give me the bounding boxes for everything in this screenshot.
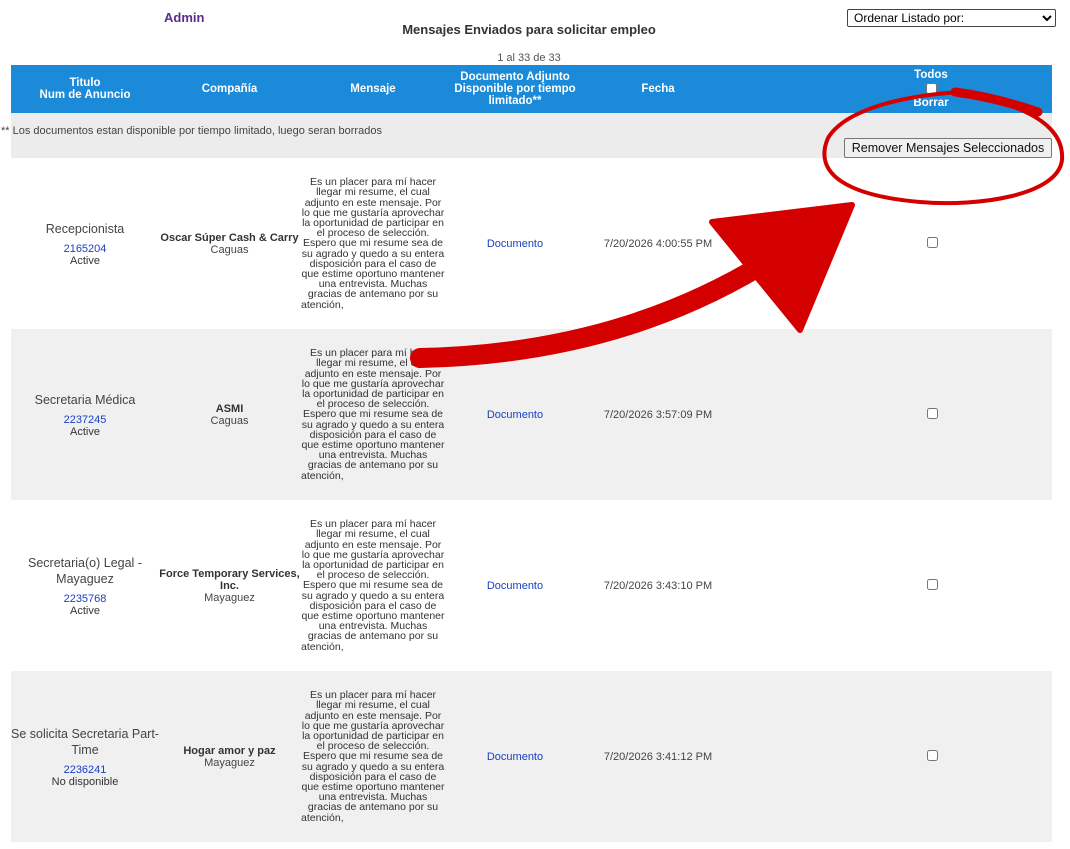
- delete-cell: [732, 671, 1052, 842]
- company-city: Mayaguez: [204, 756, 255, 769]
- table-header-row: Titulo Num de Anuncio Compañía Mensaje D…: [11, 65, 1052, 113]
- job-title: Recepcionista: [45, 221, 125, 236]
- column-header-title: Titulo Num de Anuncio: [11, 65, 159, 113]
- document-link[interactable]: Documento: [487, 751, 543, 763]
- company-cell: Oscar Súper Cash & Carry Caguas: [159, 158, 300, 329]
- select-all-label: Todos: [914, 69, 948, 81]
- message-date: 7/20/2026 3:43:10 PM: [603, 579, 713, 592]
- message-line: atención,: [301, 640, 344, 653]
- job-title: Secretaria Médica: [34, 392, 136, 407]
- message-date: 7/20/2026 3:57:09 PM: [603, 408, 713, 421]
- company-city: Caguas: [210, 414, 249, 427]
- delete-cell: [732, 329, 1052, 500]
- message-date: 7/20/2026 3:41:12 PM: [603, 750, 713, 763]
- job-cell: Se solicita Secretaria Part-Time 2236241…: [11, 671, 159, 842]
- delete-column-label: Borrar: [913, 97, 949, 109]
- date-cell: 7/20/2026 3:57:09 PM: [584, 329, 732, 500]
- table-row: Secretaria(o) Legal - Mayaguez 2235768 A…: [11, 500, 1052, 671]
- job-number-link[interactable]: 2165204: [11, 243, 159, 255]
- message-line: atención,: [301, 469, 344, 482]
- document-cell: Documento: [446, 158, 584, 329]
- document-link[interactable]: Documento: [487, 580, 543, 592]
- job-cell: Recepcionista 2165204 Active: [11, 158, 159, 329]
- column-header-company: Compañía: [159, 65, 300, 113]
- message-text: Es un placer para mí hacer llegar mi resu…: [300, 348, 446, 481]
- pagination-info: 1 al 33 de 33: [497, 52, 561, 64]
- job-status: Active: [70, 254, 100, 267]
- document-cell: Documento: [446, 500, 584, 671]
- table-row: Recepcionista 2165204 Active Oscar Súper…: [11, 158, 1052, 329]
- job-status: Active: [70, 425, 100, 438]
- company-name: Oscar Súper Cash & Carry: [160, 231, 299, 244]
- company-cell: Force Temporary Services, Inc. Mayaguez: [159, 500, 300, 671]
- column-header-title-line1: Titulo: [69, 77, 101, 89]
- message-cell: Es un placer para mí hacer llegar mi resu…: [300, 671, 446, 842]
- date-cell: 7/20/2026 4:00:55 PM: [584, 158, 732, 329]
- select-all-checkbox[interactable]: [925, 83, 937, 94]
- column-header-document-line3: limitado**: [488, 95, 542, 107]
- company-cell: ASMI Caguas: [159, 329, 300, 500]
- delete-cell: [732, 500, 1052, 671]
- delete-row-checkbox[interactable]: [926, 236, 938, 248]
- document-link[interactable]: Documento: [487, 238, 543, 250]
- company-city: Caguas: [210, 243, 249, 256]
- date-cell: 7/20/2026 3:41:12 PM: [584, 671, 732, 842]
- table-row: Secretaria Médica 2237245 Active ASMI Ca…: [11, 329, 1052, 500]
- date-cell: 7/20/2026 3:43:10 PM: [584, 500, 732, 671]
- delete-row-checkbox[interactable]: [926, 407, 938, 419]
- message-line: atención,: [301, 811, 344, 824]
- delete-row-checkbox[interactable]: [926, 578, 938, 590]
- job-status: No disponible: [51, 775, 119, 788]
- document-cell: Documento: [446, 329, 584, 500]
- company-cell: Hogar amor y paz Mayaguez: [159, 671, 300, 842]
- message-cell: Es un placer para mí hacer llegar mi resu…: [300, 158, 446, 329]
- delete-cell: [732, 158, 1052, 329]
- column-header-delete: Todos Borrar: [732, 65, 1052, 113]
- job-cell: Secretaria Médica 2237245 Active: [11, 329, 159, 500]
- messages-table: Titulo Num de Anuncio Compañía Mensaje D…: [1, 65, 1052, 842]
- document-cell: Documento: [446, 671, 584, 842]
- message-text: Es un placer para mí hacer llegar mi resu…: [300, 690, 446, 823]
- job-status: Active: [70, 604, 100, 617]
- column-header-title-line2: Num de Anuncio: [39, 89, 131, 101]
- message-cell: Es un placer para mí hacer llegar mi resu…: [300, 329, 446, 500]
- message-text: Es un placer para mí hacer llegar mi resu…: [300, 519, 446, 652]
- message-text: Es un placer para mí hacer llegar mi resu…: [300, 177, 446, 310]
- job-number-link[interactable]: 2235768: [11, 593, 159, 605]
- message-line: atención,: [301, 298, 344, 311]
- company-name: Force Temporary Services, Inc.: [159, 567, 300, 592]
- column-header-date: Fecha: [584, 65, 732, 113]
- sort-order-select[interactable]: Ordenar Listado por:: [847, 9, 1056, 27]
- message-date: 7/20/2026 4:00:55 PM: [603, 237, 713, 250]
- table-row: Se solicita Secretaria Part-Time 2236241…: [11, 671, 1052, 842]
- remove-selected-messages-button[interactable]: Remover Mensajes Seleccionados: [844, 138, 1052, 158]
- job-title: Se solicita Secretaria Part-Time: [11, 726, 159, 757]
- job-number-link[interactable]: 2237245: [11, 414, 159, 426]
- job-number-link[interactable]: 2236241: [11, 764, 159, 776]
- column-header-message: Mensaje: [300, 65, 446, 113]
- column-header-document-line1: Documento Adjunto: [460, 71, 570, 83]
- column-header-document-line2: Disponible por tiempo: [454, 83, 576, 95]
- company-city: Mayaguez: [204, 591, 255, 604]
- document-availability-note: ** Los documentos estan disponible por t…: [1, 125, 382, 137]
- document-link[interactable]: Documento: [487, 409, 543, 421]
- company-name: Hogar amor y paz: [183, 744, 276, 757]
- column-header-document: Documento Adjunto Disponible por tiempo …: [446, 65, 584, 113]
- message-cell: Es un placer para mí hacer llegar mi resu…: [300, 500, 446, 671]
- delete-row-checkbox[interactable]: [926, 749, 938, 761]
- job-title: Secretaria(o) Legal - Mayaguez: [28, 555, 142, 586]
- job-cell: Secretaria(o) Legal - Mayaguez 2235768 A…: [11, 500, 159, 671]
- company-name: ASMI: [215, 402, 244, 415]
